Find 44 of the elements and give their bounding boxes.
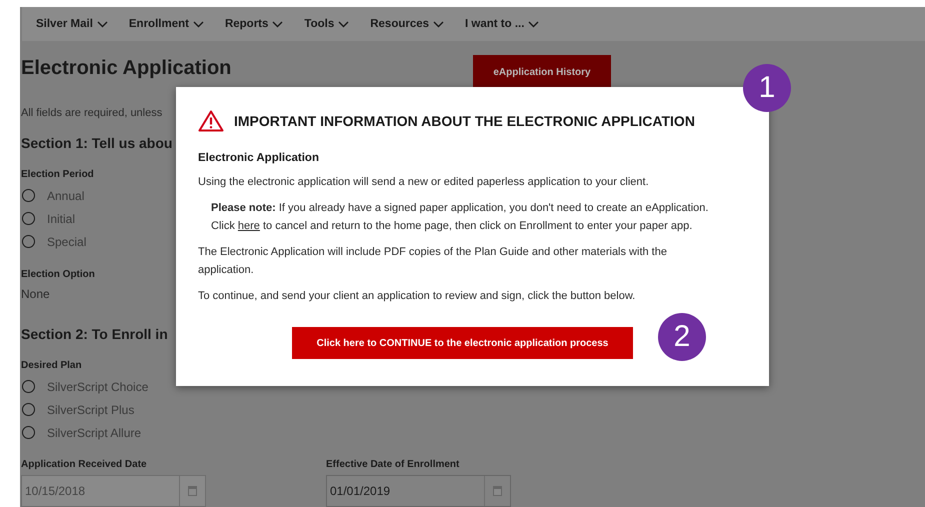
nav-menu[interactable]: Tools (304, 18, 350, 30)
section-heading: Section 2: To Enroll in (21, 326, 168, 342)
chevron-down-icon (433, 20, 444, 28)
page-title: Electronic Application (21, 56, 232, 80)
history-button[interactable]: eApplication History (473, 55, 611, 89)
radio-option[interactable]: SilverScript Allure (21, 421, 142, 444)
nav-menu[interactable]: Reports (224, 18, 284, 30)
nav-menu[interactable]: I want to ... (465, 18, 540, 30)
continue-button[interactable]: Click here to CONTINUE to the electronic application process (292, 327, 633, 359)
cancel-link[interactable]: here (238, 220, 260, 232)
note-text: to cancel and return to the home page, then click on Enrollment to enter your paper app. (263, 220, 692, 232)
field-label: Effective Date of Enrollment (326, 459, 460, 470)
field-label: Election Period (21, 169, 94, 180)
field-label: Election Option (21, 269, 95, 280)
radio-option[interactable]: Annual (21, 184, 84, 207)
dialog-subtitle: Electronic Application (198, 152, 320, 164)
dialog-text: Using the electronic application will send a new or edited paperless application to your client. (198, 175, 650, 190)
calendar-icon (188, 486, 197, 496)
section-heading: Section 1: Tell us abou (21, 135, 172, 151)
chevron-down-icon (272, 20, 284, 28)
radio-option[interactable]: Special (21, 230, 86, 253)
step-badge: 1 (743, 64, 791, 112)
chevron-down-icon (96, 20, 108, 28)
field-label: Desired Plan (21, 360, 82, 371)
radio-option[interactable]: SilverScript Plus (21, 398, 134, 421)
radio-option[interactable]: Initial (21, 207, 76, 230)
note-text: Please note: If you already have a signed paper application, you don't need to create an eApplication. (211, 201, 710, 216)
nav-menu[interactable]: Resources (370, 18, 444, 30)
calendar-icon (493, 486, 502, 496)
warning-icon (198, 110, 224, 132)
chevron-down-icon (192, 20, 204, 28)
intro-text: All fields are required, unless (21, 107, 162, 119)
dialog-text: The Electronic Application will include PDF copies of the Plan Guide and other materials with the application. (198, 245, 668, 278)
chevron-down-icon (528, 20, 540, 28)
chevron-down-icon (338, 20, 350, 28)
dialog-title: IMPORTANT INFORMATION ABOUT THE ELECTRONIC APPLICATION (234, 113, 695, 129)
radio-option[interactable]: SilverScript Choice (21, 375, 148, 398)
field-value: None (21, 287, 50, 301)
dialog-text: To continue, and send your client an application to review and sign, click the button below. (198, 289, 636, 304)
date-field[interactable]: 01/01/2019 (326, 475, 511, 507)
nav-menu[interactable]: Enrollment (128, 18, 204, 30)
field-label: Application Received Date (21, 459, 147, 470)
nav-menu[interactable]: Silver Mail (36, 18, 108, 30)
note-text: Click (211, 220, 235, 232)
